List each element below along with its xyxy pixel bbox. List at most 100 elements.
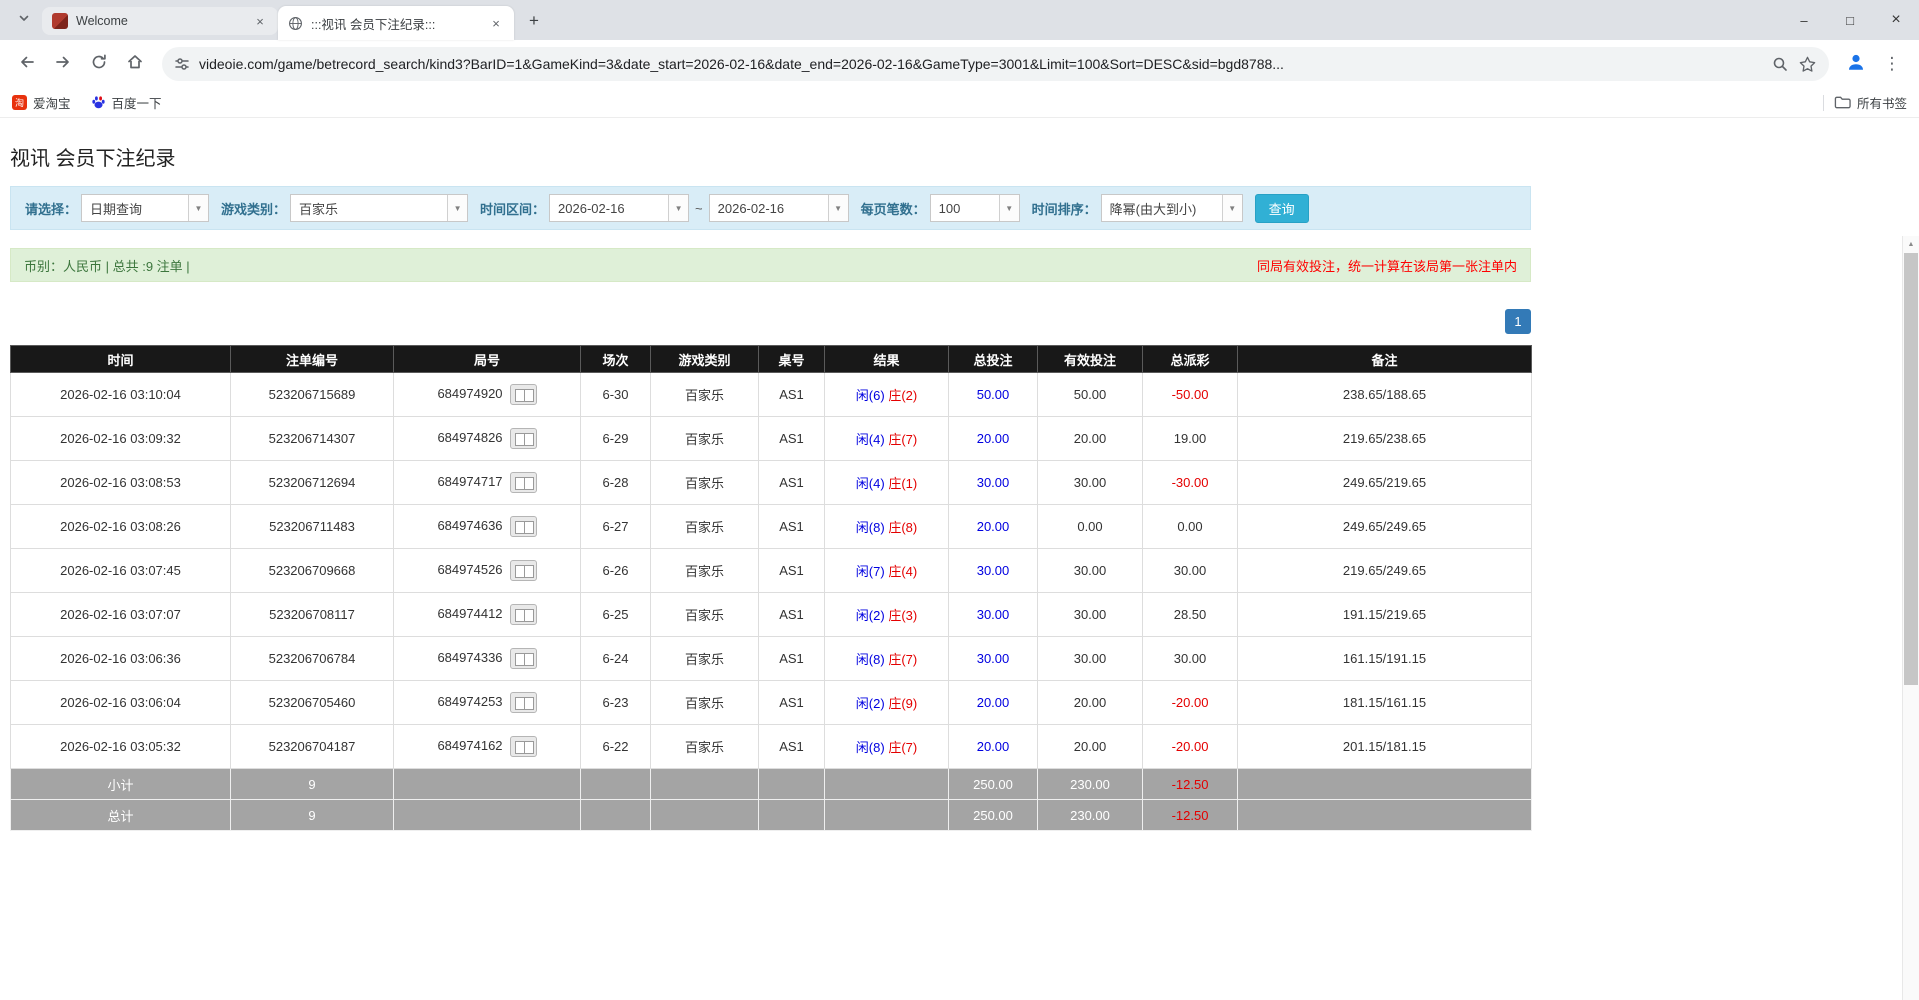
cell-bet-id: 523206715689 xyxy=(231,373,394,417)
cell-valid-bet: 30.00 xyxy=(1038,461,1143,505)
subtotal-payout: -12.50 xyxy=(1143,769,1238,800)
all-bookmarks-button[interactable]: 所有书签 xyxy=(1834,93,1907,112)
search-button[interactable]: 查询 xyxy=(1255,194,1309,223)
bookmarks-bar: 淘 爱淘宝 百度一下 所有书签 xyxy=(0,88,1919,118)
minimize-button[interactable]: – xyxy=(1781,0,1827,40)
dropdown-arrow-icon: ▼ xyxy=(188,195,208,221)
round-detail-icon[interactable] xyxy=(510,604,537,625)
dropdown-arrow-icon: ▼ xyxy=(999,195,1019,221)
home-button[interactable] xyxy=(118,47,152,81)
chevron-down-icon xyxy=(18,11,30,29)
cell-total-bet: 30.00 xyxy=(949,637,1038,681)
maximize-button[interactable]: □ xyxy=(1827,0,1873,40)
table-row: 2026-02-16 03:08:26523206711483684974636… xyxy=(11,505,1532,549)
tab-search-button[interactable] xyxy=(10,6,38,34)
round-detail-icon[interactable] xyxy=(510,516,537,537)
bookmark-label: 百度一下 xyxy=(112,93,162,112)
column-header: 场次 xyxy=(581,346,651,373)
cell-result: 闲(4) 庄(1) xyxy=(825,461,949,505)
filter-bar: 请选择： 日期查询 ▼ 游戏类别： 百家乐 ▼ 时间区间： 2026-02-16… xyxy=(10,186,1531,230)
cell-time: 2026-02-16 03:08:26 xyxy=(11,505,231,549)
column-header: 游戏类别 xyxy=(651,346,759,373)
cell-session: 6-29 xyxy=(581,417,651,461)
query-type-select[interactable]: 日期查询 ▼ xyxy=(81,194,209,222)
page-size-select[interactable]: 100 ▼ xyxy=(930,194,1020,222)
cell-note: 249.65/249.65 xyxy=(1238,505,1532,549)
bookmark-star-icon[interactable] xyxy=(1798,55,1817,74)
round-detail-icon[interactable] xyxy=(510,384,537,405)
round-detail-icon[interactable] xyxy=(510,692,537,713)
new-tab-button[interactable]: + xyxy=(520,7,548,35)
close-window-button[interactable]: × xyxy=(1873,0,1919,40)
site-settings-icon[interactable] xyxy=(174,56,190,72)
date-range-label: 时间区间： xyxy=(480,199,545,218)
game-kind-select[interactable]: 百家乐 ▼ xyxy=(290,194,468,222)
cell-bet-id: 523206705460 xyxy=(231,681,394,725)
column-header: 时间 xyxy=(11,346,231,373)
cell-round: 684974826 xyxy=(394,417,581,461)
cell-payout: 0.00 xyxy=(1143,505,1238,549)
bookmark-baidu[interactable]: 百度一下 xyxy=(91,93,162,112)
profile-avatar[interactable] xyxy=(1839,47,1873,81)
cell-table: AS1 xyxy=(759,637,825,681)
bookmark-aitaobao[interactable]: 淘 爱淘宝 xyxy=(12,93,71,112)
column-header: 总派彩 xyxy=(1143,346,1238,373)
cell-result: 闲(2) 庄(3) xyxy=(825,593,949,637)
forward-button[interactable] xyxy=(46,47,80,81)
cell-table: AS1 xyxy=(759,417,825,461)
cell-total-bet: 20.00 xyxy=(949,505,1038,549)
cell-payout: 28.50 xyxy=(1143,593,1238,637)
tab-bet-records[interactable]: :::视讯 会员下注纪录::: × xyxy=(278,6,514,40)
tab-close-icon[interactable]: × xyxy=(252,13,268,29)
table-row: 2026-02-16 03:07:45523206709668684974526… xyxy=(11,549,1532,593)
cell-time: 2026-02-16 03:08:53 xyxy=(11,461,231,505)
cell-note: 219.65/238.65 xyxy=(1238,417,1532,461)
tab-close-icon[interactable]: × xyxy=(488,15,504,31)
cell-time: 2026-02-16 03:06:36 xyxy=(11,637,231,681)
date-start-value: 2026-02-16 xyxy=(550,195,668,221)
sort-select[interactable]: 降幂(由大到小) ▼ xyxy=(1101,194,1243,222)
same-round-notice: 同局有效投注，统一计算在该局第一张注单内 xyxy=(1257,256,1517,275)
subtotal-label: 小计 xyxy=(11,769,231,800)
table-row: 2026-02-16 03:10:04523206715689684974920… xyxy=(11,373,1532,417)
table-row: 2026-02-16 03:08:53523206712694684974717… xyxy=(11,461,1532,505)
bookmark-label: 爱淘宝 xyxy=(33,93,71,112)
date-end-select[interactable]: 2026-02-16 ▼ xyxy=(709,194,849,222)
cell-table: AS1 xyxy=(759,549,825,593)
browser-toolbar: videoie.com/game/betrecord_search/kind3?… xyxy=(0,40,1919,88)
zoom-icon[interactable] xyxy=(1771,55,1789,73)
round-detail-icon[interactable] xyxy=(510,560,537,581)
cell-time: 2026-02-16 03:06:04 xyxy=(11,681,231,725)
page-scrollbar[interactable]: ▲ ▼ xyxy=(1902,236,1919,1000)
cell-result: 闲(8) 庄(7) xyxy=(825,725,949,769)
back-button[interactable] xyxy=(10,47,44,81)
scrollbar-thumb[interactable] xyxy=(1904,253,1918,685)
url-text[interactable]: videoie.com/game/betrecord_search/kind3?… xyxy=(199,56,1762,72)
cell-round: 684974636 xyxy=(394,505,581,549)
total-payout: -12.50 xyxy=(1143,800,1238,831)
cell-bet-id: 523206711483 xyxy=(231,505,394,549)
cell-game: 百家乐 xyxy=(651,637,759,681)
sort-label: 时间排序： xyxy=(1032,199,1097,218)
cell-game: 百家乐 xyxy=(651,681,759,725)
browser-menu-button[interactable]: ⋮ xyxy=(1875,47,1909,81)
cell-round: 684974412 xyxy=(394,593,581,637)
tab-welcome[interactable]: Welcome × xyxy=(42,7,278,35)
total-label: 总计 xyxy=(11,800,231,831)
address-bar[interactable]: videoie.com/game/betrecord_search/kind3?… xyxy=(162,47,1829,81)
round-detail-icon[interactable] xyxy=(510,648,537,669)
round-detail-icon[interactable] xyxy=(510,736,537,757)
reload-button[interactable] xyxy=(82,47,116,81)
subtotal-row: 小计 9 250.00 230.00 -12.50 xyxy=(11,769,1532,800)
cell-game: 百家乐 xyxy=(651,593,759,637)
column-header: 注单编号 xyxy=(231,346,394,373)
cell-payout: -20.00 xyxy=(1143,725,1238,769)
sort-value: 降幂(由大到小) xyxy=(1102,195,1222,221)
round-detail-icon[interactable] xyxy=(510,472,537,493)
page-viewport: 视讯 会员下注纪录 请选择： 日期查询 ▼ 游戏类别： 百家乐 ▼ 时间区间： … xyxy=(0,118,1919,1000)
page-1-button[interactable]: 1 xyxy=(1505,309,1531,334)
scroll-up-icon[interactable]: ▲ xyxy=(1903,236,1919,253)
date-start-select[interactable]: 2026-02-16 ▼ xyxy=(549,194,689,222)
round-detail-icon[interactable] xyxy=(510,428,537,449)
cell-payout: 30.00 xyxy=(1143,637,1238,681)
